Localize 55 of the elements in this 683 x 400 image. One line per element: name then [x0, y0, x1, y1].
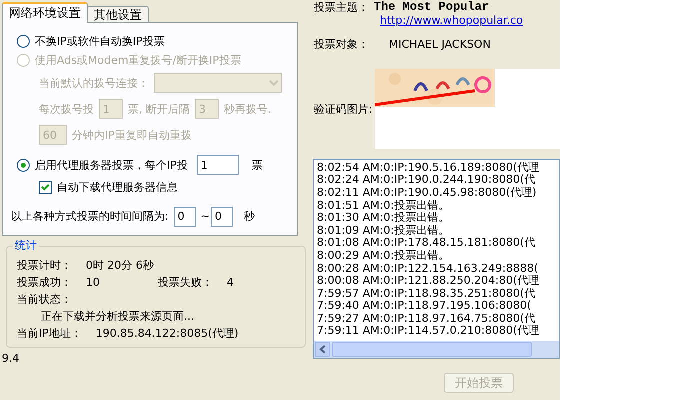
url-link[interactable]: http://www.whopopular.co — [380, 14, 524, 28]
label: 投票成功： — [17, 276, 72, 289]
log-line: 8:01:09 AM:0:投票出错。 — [317, 224, 450, 238]
label: 投票主题： — [314, 0, 369, 14]
label: 秒再拨号. — [224, 102, 272, 116]
option-label: 启用代理服务器投票，每个IP投 — [35, 158, 188, 172]
separator: ~ — [200, 210, 210, 224]
label: 分钟内IP重复即自动重拨 — [72, 128, 192, 142]
log-line: 7:59:27 AM:0:IP:118.97.164.75:8080(代 — [317, 312, 536, 325]
radio-button[interactable] — [17, 35, 30, 48]
topic-text: The Most Popular — [374, 0, 490, 14]
unit-label: 票 — [252, 158, 263, 172]
log-line: 8:02:11 AM:0:IP:190.0.45.98:8080(代理) — [317, 186, 538, 200]
label: 当前IP地址： — [17, 327, 82, 340]
fail-count: 4 — [227, 276, 234, 289]
label: 投票计时： — [17, 258, 72, 272]
label: 每次拨号投 — [39, 102, 94, 116]
log-line: 8:00:08 AM:0:IP:121.88.250.204:80(代理 — [317, 275, 540, 288]
checkbox[interactable] — [39, 181, 52, 194]
interval-to-field[interactable]: 0 — [210, 206, 233, 227]
log-line: 8:01:30 AM:0:投票出错。 — [317, 212, 450, 225]
captcha-label: 验证码图片: — [313, 102, 374, 118]
option-label: 使用Ads或Modem重复拨号/断开换IP投票 — [35, 54, 242, 68]
version-text: 9.4 — [2, 352, 20, 365]
radio-button[interactable] — [17, 158, 30, 172]
log-line: 8:01:08 AM:0:IP:178.48.15.181:8080(代 — [317, 237, 536, 250]
ip-value: 190.85.84.122:8085(代理) — [96, 327, 239, 340]
timer-value: 0时 20分 6秒 — [86, 258, 154, 272]
label: 以上各种方式投票的时间间隔为: — [11, 210, 169, 224]
group-title: 统计 — [13, 238, 39, 252]
log-line: 8:02:24 AM:0:IP:190.0.244.190:8080(代 — [317, 174, 536, 187]
label: 当前默认的拨号连接： — [39, 76, 149, 90]
log-line: 7:59:40 AM:0:IP:118.97.195.106:8080( — [317, 300, 532, 313]
option-label: 不换IP或软件自动换IP投票 — [35, 35, 165, 48]
log-line: 7:59:57 AM:0:IP:118.98.35.251:8080(代 — [317, 288, 536, 300]
target-text: MICHAEL JACKSON — [389, 38, 491, 51]
scroll-left-icon[interactable] — [319, 344, 326, 354]
log-line: 8:01:51 AM:0:投票出错。 — [317, 200, 450, 212]
votes-per-ip-field[interactable]: 1 — [196, 155, 239, 176]
label: 当前状态： — [17, 292, 73, 306]
success-count: 10 — [86, 276, 100, 289]
checkbox-label: 自动下载代理服务器信息 — [57, 181, 178, 195]
log-line: 7:59:11 AM:0:IP:114.57.0.210:8080(代理 — [317, 325, 540, 338]
status-text: 正在下载并分析投票来源页面... — [40, 310, 196, 324]
unit-label: 秒 — [244, 210, 255, 224]
tab[interactable]: 网络环境设置 — [2, 2, 88, 23]
label: 投票失败： — [158, 276, 213, 289]
log-line: 8:02:54 AM:0:IP:190.5.16.189:8080(代理 — [317, 162, 540, 174]
label: 投票对象： — [314, 38, 369, 51]
horizontal-scrollbar[interactable] — [314, 340, 559, 358]
label: 票, 断开后隔 — [128, 102, 190, 116]
log-line: 8:00:28 AM:0:IP:122.154.163.249:8888( — [317, 262, 540, 275]
log-line: 8:00:29 AM:0:投票出错。 — [317, 250, 450, 263]
tab[interactable]: 其他设置 — [87, 6, 149, 23]
interval-from-field[interactable]: 0 — [174, 206, 196, 227]
